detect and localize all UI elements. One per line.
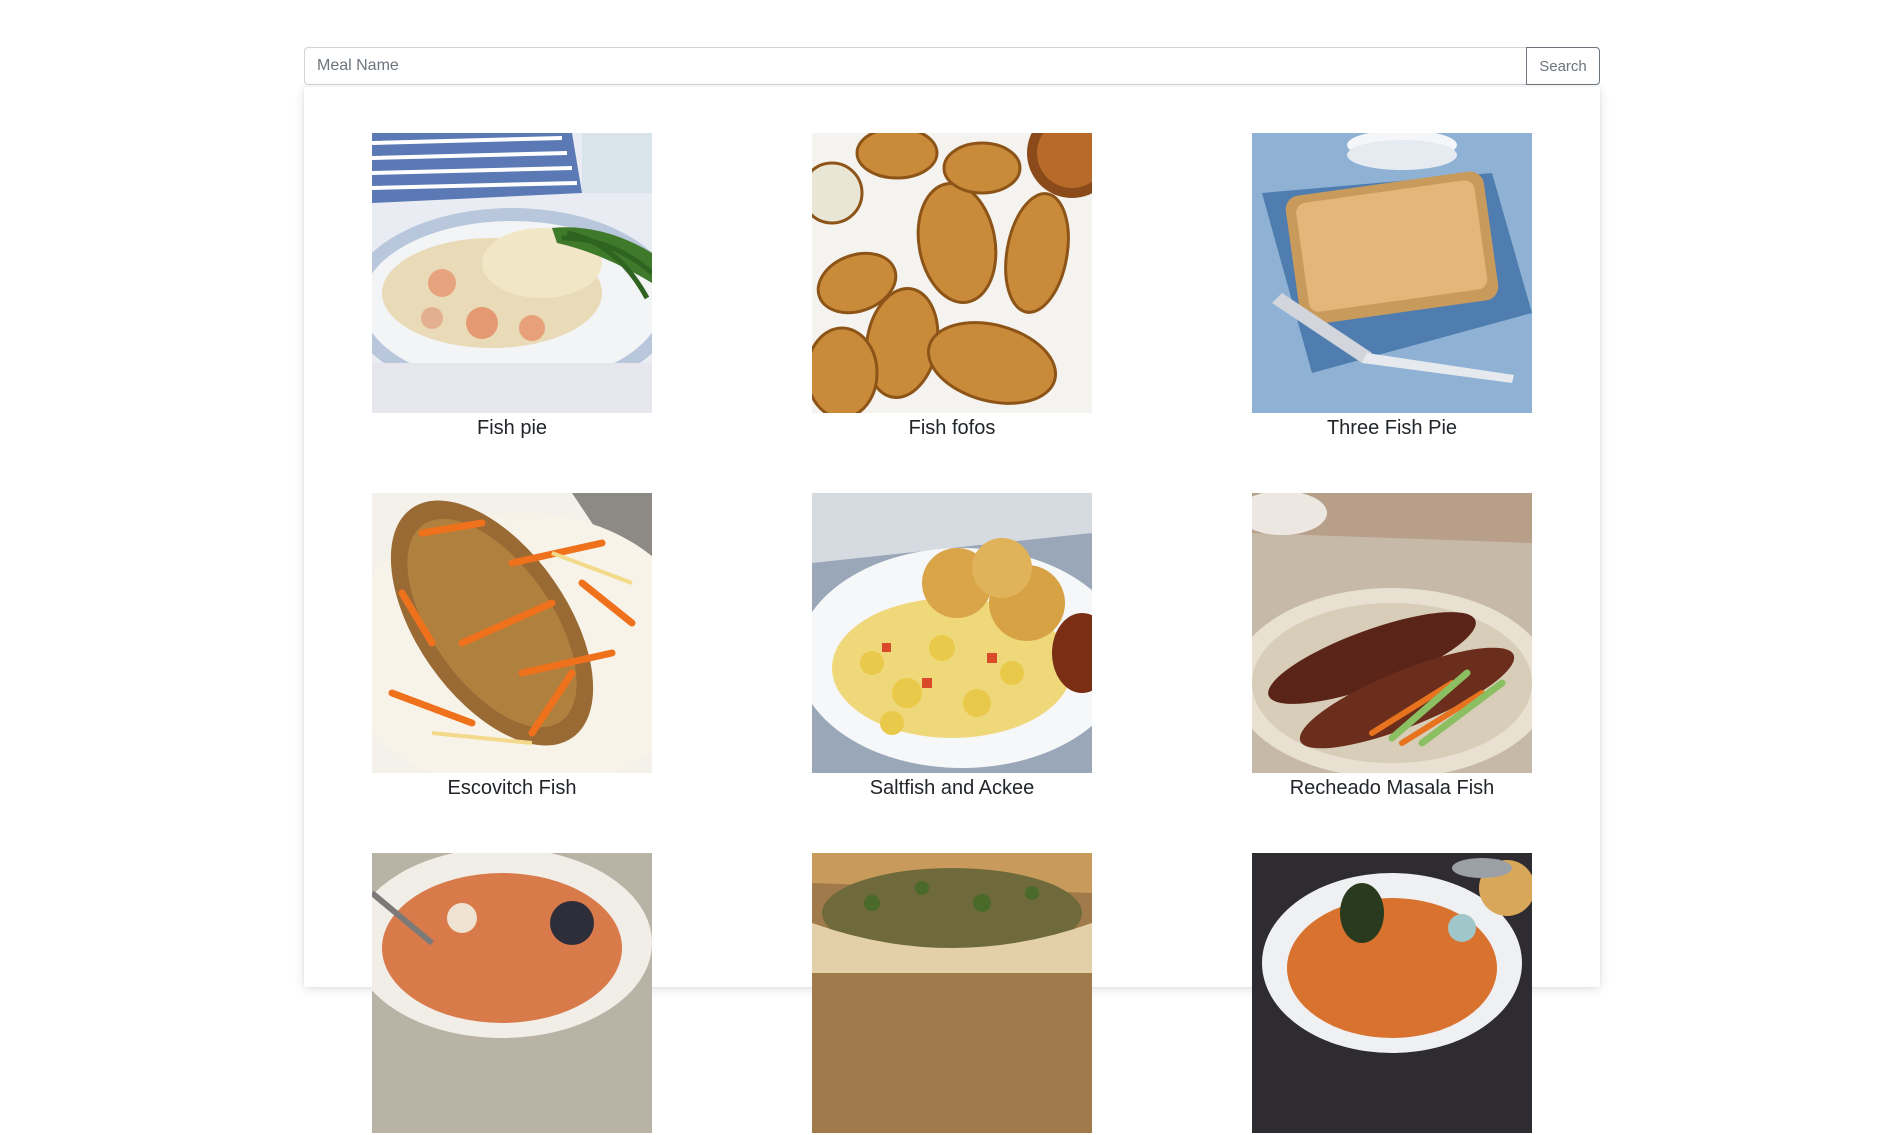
meal-card-fish-pie[interactable]: Fish pie xyxy=(372,133,652,441)
meal-card-fish-tacos[interactable] xyxy=(812,853,1092,1135)
meal-image-fish-pie[interactable] xyxy=(372,133,652,413)
search-bar: Search xyxy=(304,47,1600,85)
meal-name: Fish pie xyxy=(476,417,548,439)
meal-name: Saltfish and Ackee xyxy=(869,777,1035,799)
meal-card-three-fish-pie[interactable]: Three Fish Pie xyxy=(1252,133,1532,441)
meal-image-mussel-stew[interactable] xyxy=(1252,853,1532,1133)
meal-image-fish-fofos[interactable] xyxy=(812,133,1092,413)
meal-card-seafood-soup[interactable] xyxy=(372,853,652,1135)
meal-image-seafood-soup[interactable] xyxy=(372,853,652,1133)
meal-card-fish-fofos[interactable]: Fish fofos xyxy=(812,133,1092,441)
meal-card-escovitch-fish[interactable]: Escovitch Fish xyxy=(372,493,652,801)
meal-card-recheado-masala-fish[interactable]: Recheado Masala Fish xyxy=(1252,493,1532,801)
meal-card-saltfish-and-ackee[interactable]: Saltfish and Ackee xyxy=(812,493,1092,801)
meal-name: Fish fofos xyxy=(908,417,996,439)
meal-results-card: Fish pie Fish fofos Three Fish Pie Escov… xyxy=(304,87,1600,1133)
meal-image-escovitch-fish[interactable] xyxy=(372,493,652,773)
search-button[interactable]: Search xyxy=(1526,47,1600,85)
meal-image-recheado-masala-fish[interactable] xyxy=(1252,493,1532,773)
meal-name: Three Fish Pie xyxy=(1326,417,1458,439)
meal-name: Escovitch Fish xyxy=(447,777,577,799)
meal-name: Recheado Masala Fish xyxy=(1289,777,1495,799)
meal-image-three-fish-pie[interactable] xyxy=(1252,133,1532,413)
meal-image-fish-tacos[interactable] xyxy=(812,853,1092,1133)
meal-card-mussel-stew[interactable] xyxy=(1252,853,1532,1135)
meal-image-saltfish-and-ackee[interactable] xyxy=(812,493,1092,773)
meal-search-input[interactable] xyxy=(304,47,1526,85)
